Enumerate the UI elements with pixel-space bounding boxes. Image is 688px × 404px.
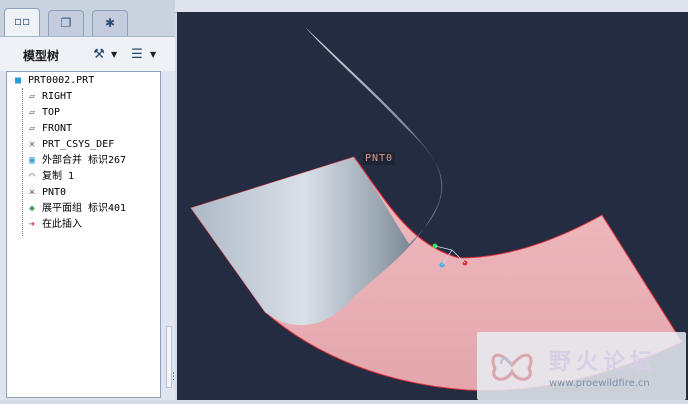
folder-browser-tab-icon: ❐ (60, 16, 72, 30)
chevron-down-icon[interactable]: ▼ (150, 50, 156, 59)
part-icon: ■ (14, 75, 22, 86)
csys-icon: ✕ (28, 139, 36, 150)
tab-favorites[interactable]: ✱ (92, 10, 128, 36)
graphics-viewport[interactable]: PNT0 野火论坛 www.proewildfire.cn (177, 12, 688, 400)
list-icon: ☰ (131, 47, 143, 62)
tab-model-tree[interactable]: ▫▫ (4, 8, 40, 37)
panel-title: 模型树 (23, 49, 60, 63)
butterfly-logo-icon (491, 353, 533, 381)
navigator-tabs: ▫▫ ❐ ✱ (0, 0, 175, 37)
favorites-tab-icon: ✱ (104, 16, 116, 30)
model-tree: ■ PRT0002.PRT ▱ RIGHT ▱ TOP ▱ FRONT ✕ PR… (6, 71, 161, 398)
tools-icon: ⚒ (93, 47, 105, 62)
model-tree-tab-icon: ▫▫ (14, 14, 31, 28)
flatten-quilt-icon: ◈ (28, 203, 36, 214)
datum-plane-icon: ▱ (28, 91, 36, 102)
merge-feature-icon: ▣ (28, 155, 36, 166)
tree-connector (22, 88, 23, 236)
model-tree-header: 模型树 ⚒ ▼ ☰ ▼ (0, 36, 175, 71)
watermark: 野火论坛 www.proewildfire.cn (477, 332, 686, 400)
datum-point-icon: × (28, 187, 36, 198)
insert-here-icon: ➔ (28, 219, 36, 230)
show-columns-button[interactable]: ☰ (126, 44, 148, 66)
datum-point-label[interactable]: PNT0 (363, 152, 396, 165)
settings-tools-button[interactable]: ⚒ (88, 44, 110, 66)
tab-folder-browser[interactable]: ❐ (48, 10, 84, 36)
chevron-down-icon[interactable]: ▼ (111, 50, 117, 59)
datum-plane-icon: ▱ (28, 107, 36, 118)
datum-plane-icon: ▱ (28, 123, 36, 134)
watermark-url: www.proewildfire.cn (549, 378, 650, 389)
watermark-title: 野火论坛 (549, 349, 658, 375)
left-panel: ▫▫ ❐ ✱ 模型树 ⚒ ▼ ☰ ▼ ■ PRT0002.PRT ▱ RIGHT… (0, 0, 178, 400)
copy-feature-icon: ◠ (28, 171, 36, 182)
